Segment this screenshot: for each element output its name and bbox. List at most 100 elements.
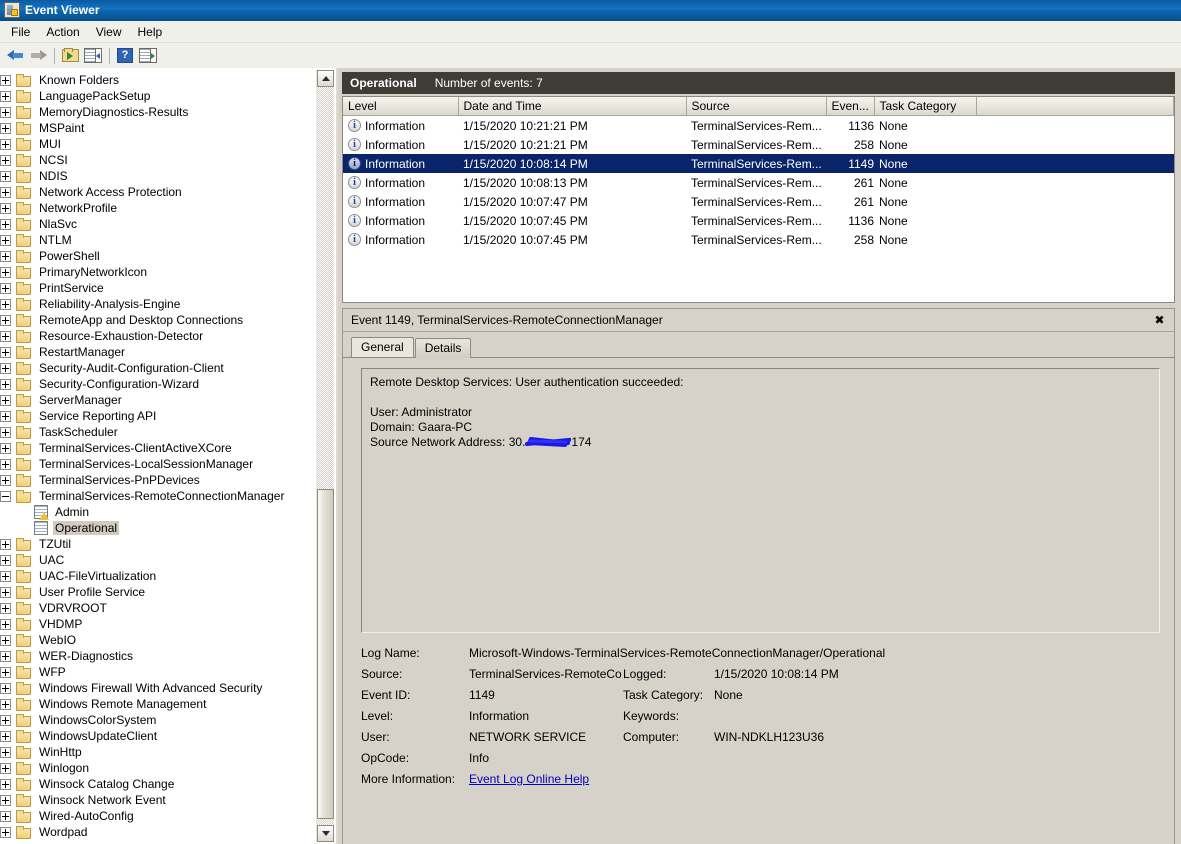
tree-item-ncsi[interactable]: NCSI — [0, 152, 313, 168]
tree-item-nlasvc[interactable]: NlaSvc — [0, 216, 313, 232]
menu-file[interactable]: File — [3, 23, 38, 41]
expand-icon[interactable] — [0, 235, 11, 246]
table-row[interactable]: iInformation1/15/2020 10:08:13 PMTermina… — [343, 173, 1174, 192]
tree-item-admin[interactable]: Admin — [0, 504, 313, 520]
tree-item-remoteapp-and-desktop-connections[interactable]: RemoteApp and Desktop Connections — [0, 312, 313, 328]
show-hide-console-tree-button[interactable] — [82, 45, 104, 66]
scroll-thumb[interactable] — [317, 489, 334, 819]
expand-icon[interactable] — [0, 315, 11, 326]
up-one-level-button[interactable] — [59, 45, 81, 66]
expand-icon[interactable] — [0, 107, 11, 118]
expand-icon[interactable] — [0, 203, 11, 214]
back-button[interactable] — [4, 45, 26, 66]
tree-item-winsock-catalog-change[interactable]: Winsock Catalog Change — [0, 776, 313, 792]
tree-vertical-scrollbar[interactable] — [316, 70, 334, 842]
tree-item-windows-firewall-with-advanced-security[interactable]: Windows Firewall With Advanced Security — [0, 680, 313, 696]
tree-item-vhdmp[interactable]: VHDMP — [0, 616, 313, 632]
tree-item-network-access-protection[interactable]: Network Access Protection — [0, 184, 313, 200]
tree-item-security-configuration-wizard[interactable]: Security-Configuration-Wizard — [0, 376, 313, 392]
tree-item-taskscheduler[interactable]: TaskScheduler — [0, 424, 313, 440]
tree-item-ntlm[interactable]: NTLM — [0, 232, 313, 248]
tree-item-primarynetworkicon[interactable]: PrimaryNetworkIcon — [0, 264, 313, 280]
tree-item-networkprofile[interactable]: NetworkProfile — [0, 200, 313, 216]
expand-icon[interactable] — [0, 571, 11, 582]
expand-icon[interactable] — [0, 795, 11, 806]
tree-item-terminalservices-localsessionmanager[interactable]: TerminalServices-LocalSessionManager — [0, 456, 313, 472]
scroll-down-button[interactable] — [317, 825, 334, 842]
tree-item-restartmanager[interactable]: RestartManager — [0, 344, 313, 360]
expand-icon[interactable] — [0, 363, 11, 374]
collapse-icon[interactable] — [0, 491, 11, 502]
tree-item-servermanager[interactable]: ServerManager — [0, 392, 313, 408]
expand-icon[interactable] — [0, 747, 11, 758]
forward-button[interactable] — [27, 45, 49, 66]
tree-item-terminalservices-clientactivexcore[interactable]: TerminalServices-ClientActiveXCore — [0, 440, 313, 456]
expand-icon[interactable] — [0, 603, 11, 614]
tree-item-resource-exhaustion-detector[interactable]: Resource-Exhaustion-Detector — [0, 328, 313, 344]
column-header-date-time[interactable]: Date and Time — [458, 97, 686, 116]
expand-icon[interactable] — [0, 715, 11, 726]
tree-item-reliability-analysis-engine[interactable]: Reliability-Analysis-Engine — [0, 296, 313, 312]
menu-help[interactable]: Help — [130, 23, 171, 41]
tree-item-known-folders[interactable]: Known Folders — [0, 72, 313, 88]
expand-icon[interactable] — [0, 267, 11, 278]
tree-item-winhttp[interactable]: WinHttp — [0, 744, 313, 760]
table-row[interactable]: iInformation1/15/2020 10:21:21 PMTermina… — [343, 135, 1174, 154]
expand-icon[interactable] — [0, 411, 11, 422]
table-row[interactable]: iInformation1/15/2020 10:08:14 PMTermina… — [343, 154, 1174, 173]
expand-icon[interactable] — [0, 827, 11, 838]
tree-item-wfp[interactable]: WFP — [0, 664, 313, 680]
tree-item-windowscolorsystem[interactable]: WindowsColorSystem — [0, 712, 313, 728]
tree-item-vdrvroot[interactable]: VDRVROOT — [0, 600, 313, 616]
expand-icon[interactable] — [0, 427, 11, 438]
expand-icon[interactable] — [0, 155, 11, 166]
expand-icon[interactable] — [0, 539, 11, 550]
tree-item-wordpad[interactable]: Wordpad — [0, 824, 313, 840]
events-list[interactable]: Level Date and Time Source Even... Task … — [342, 96, 1175, 303]
expand-icon[interactable] — [0, 283, 11, 294]
close-icon[interactable]: ✖ — [1151, 312, 1168, 328]
tree-item-security-audit-configuration-client[interactable]: Security-Audit-Configuration-Client — [0, 360, 313, 376]
expand-icon[interactable] — [0, 75, 11, 86]
column-header-level[interactable]: Level — [343, 97, 458, 116]
column-header-source[interactable]: Source — [686, 97, 826, 116]
expand-icon[interactable] — [0, 299, 11, 310]
expand-icon[interactable] — [0, 91, 11, 102]
help-button[interactable]: ? — [114, 45, 136, 66]
tree-item-languagepacksetup[interactable]: LanguagePackSetup — [0, 88, 313, 104]
tree-item-windows-remote-management[interactable]: Windows Remote Management — [0, 696, 313, 712]
tree-item-service-reporting-api[interactable]: Service Reporting API — [0, 408, 313, 424]
tree-item-wired-autoconfig[interactable]: Wired-AutoConfig — [0, 808, 313, 824]
tree-item-operational[interactable]: Operational — [0, 520, 313, 536]
tree-item-powershell[interactable]: PowerShell — [0, 248, 313, 264]
table-row[interactable]: iInformation1/15/2020 10:07:45 PMTermina… — [343, 211, 1174, 230]
expand-icon[interactable] — [0, 475, 11, 486]
expand-icon[interactable] — [0, 251, 11, 262]
expand-icon[interactable] — [0, 635, 11, 646]
expand-icon[interactable] — [0, 619, 11, 630]
tree-item-memorydiagnostics-results[interactable]: MemoryDiagnostics-Results — [0, 104, 313, 120]
expand-icon[interactable] — [0, 331, 11, 342]
tree-item-uac-filevirtualization[interactable]: UAC-FileVirtualization — [0, 568, 313, 584]
expand-icon[interactable] — [0, 139, 11, 150]
table-row[interactable]: iInformation1/15/2020 10:07:45 PMTermina… — [343, 230, 1174, 249]
expand-icon[interactable] — [0, 555, 11, 566]
tree-item-mui[interactable]: MUI — [0, 136, 313, 152]
column-header-event-id[interactable]: Even... — [826, 97, 874, 116]
expand-icon[interactable] — [0, 187, 11, 198]
expand-icon[interactable] — [0, 779, 11, 790]
tree-item-printservice[interactable]: PrintService — [0, 280, 313, 296]
tree-item-terminalservices-pnpdevices[interactable]: TerminalServices-PnPDevices — [0, 472, 313, 488]
tree-item-windowsupdateclient[interactable]: WindowsUpdateClient — [0, 728, 313, 744]
tab-general[interactable]: General — [351, 337, 414, 357]
tree-item-terminalservices-remoteconnectionmanager[interactable]: TerminalServices-RemoteConnectionManager — [0, 488, 313, 504]
expand-icon[interactable] — [0, 459, 11, 470]
scroll-up-button[interactable] — [317, 70, 334, 87]
table-row[interactable]: iInformation1/15/2020 10:21:21 PMTermina… — [343, 116, 1174, 136]
expand-icon[interactable] — [0, 443, 11, 454]
tree-item-uac[interactable]: UAC — [0, 552, 313, 568]
menu-action[interactable]: Action — [38, 23, 87, 41]
tree-item-user-profile-service[interactable]: User Profile Service — [0, 584, 313, 600]
expand-icon[interactable] — [0, 347, 11, 358]
event-log-online-help-link[interactable]: Event Log Online Help — [469, 772, 589, 786]
